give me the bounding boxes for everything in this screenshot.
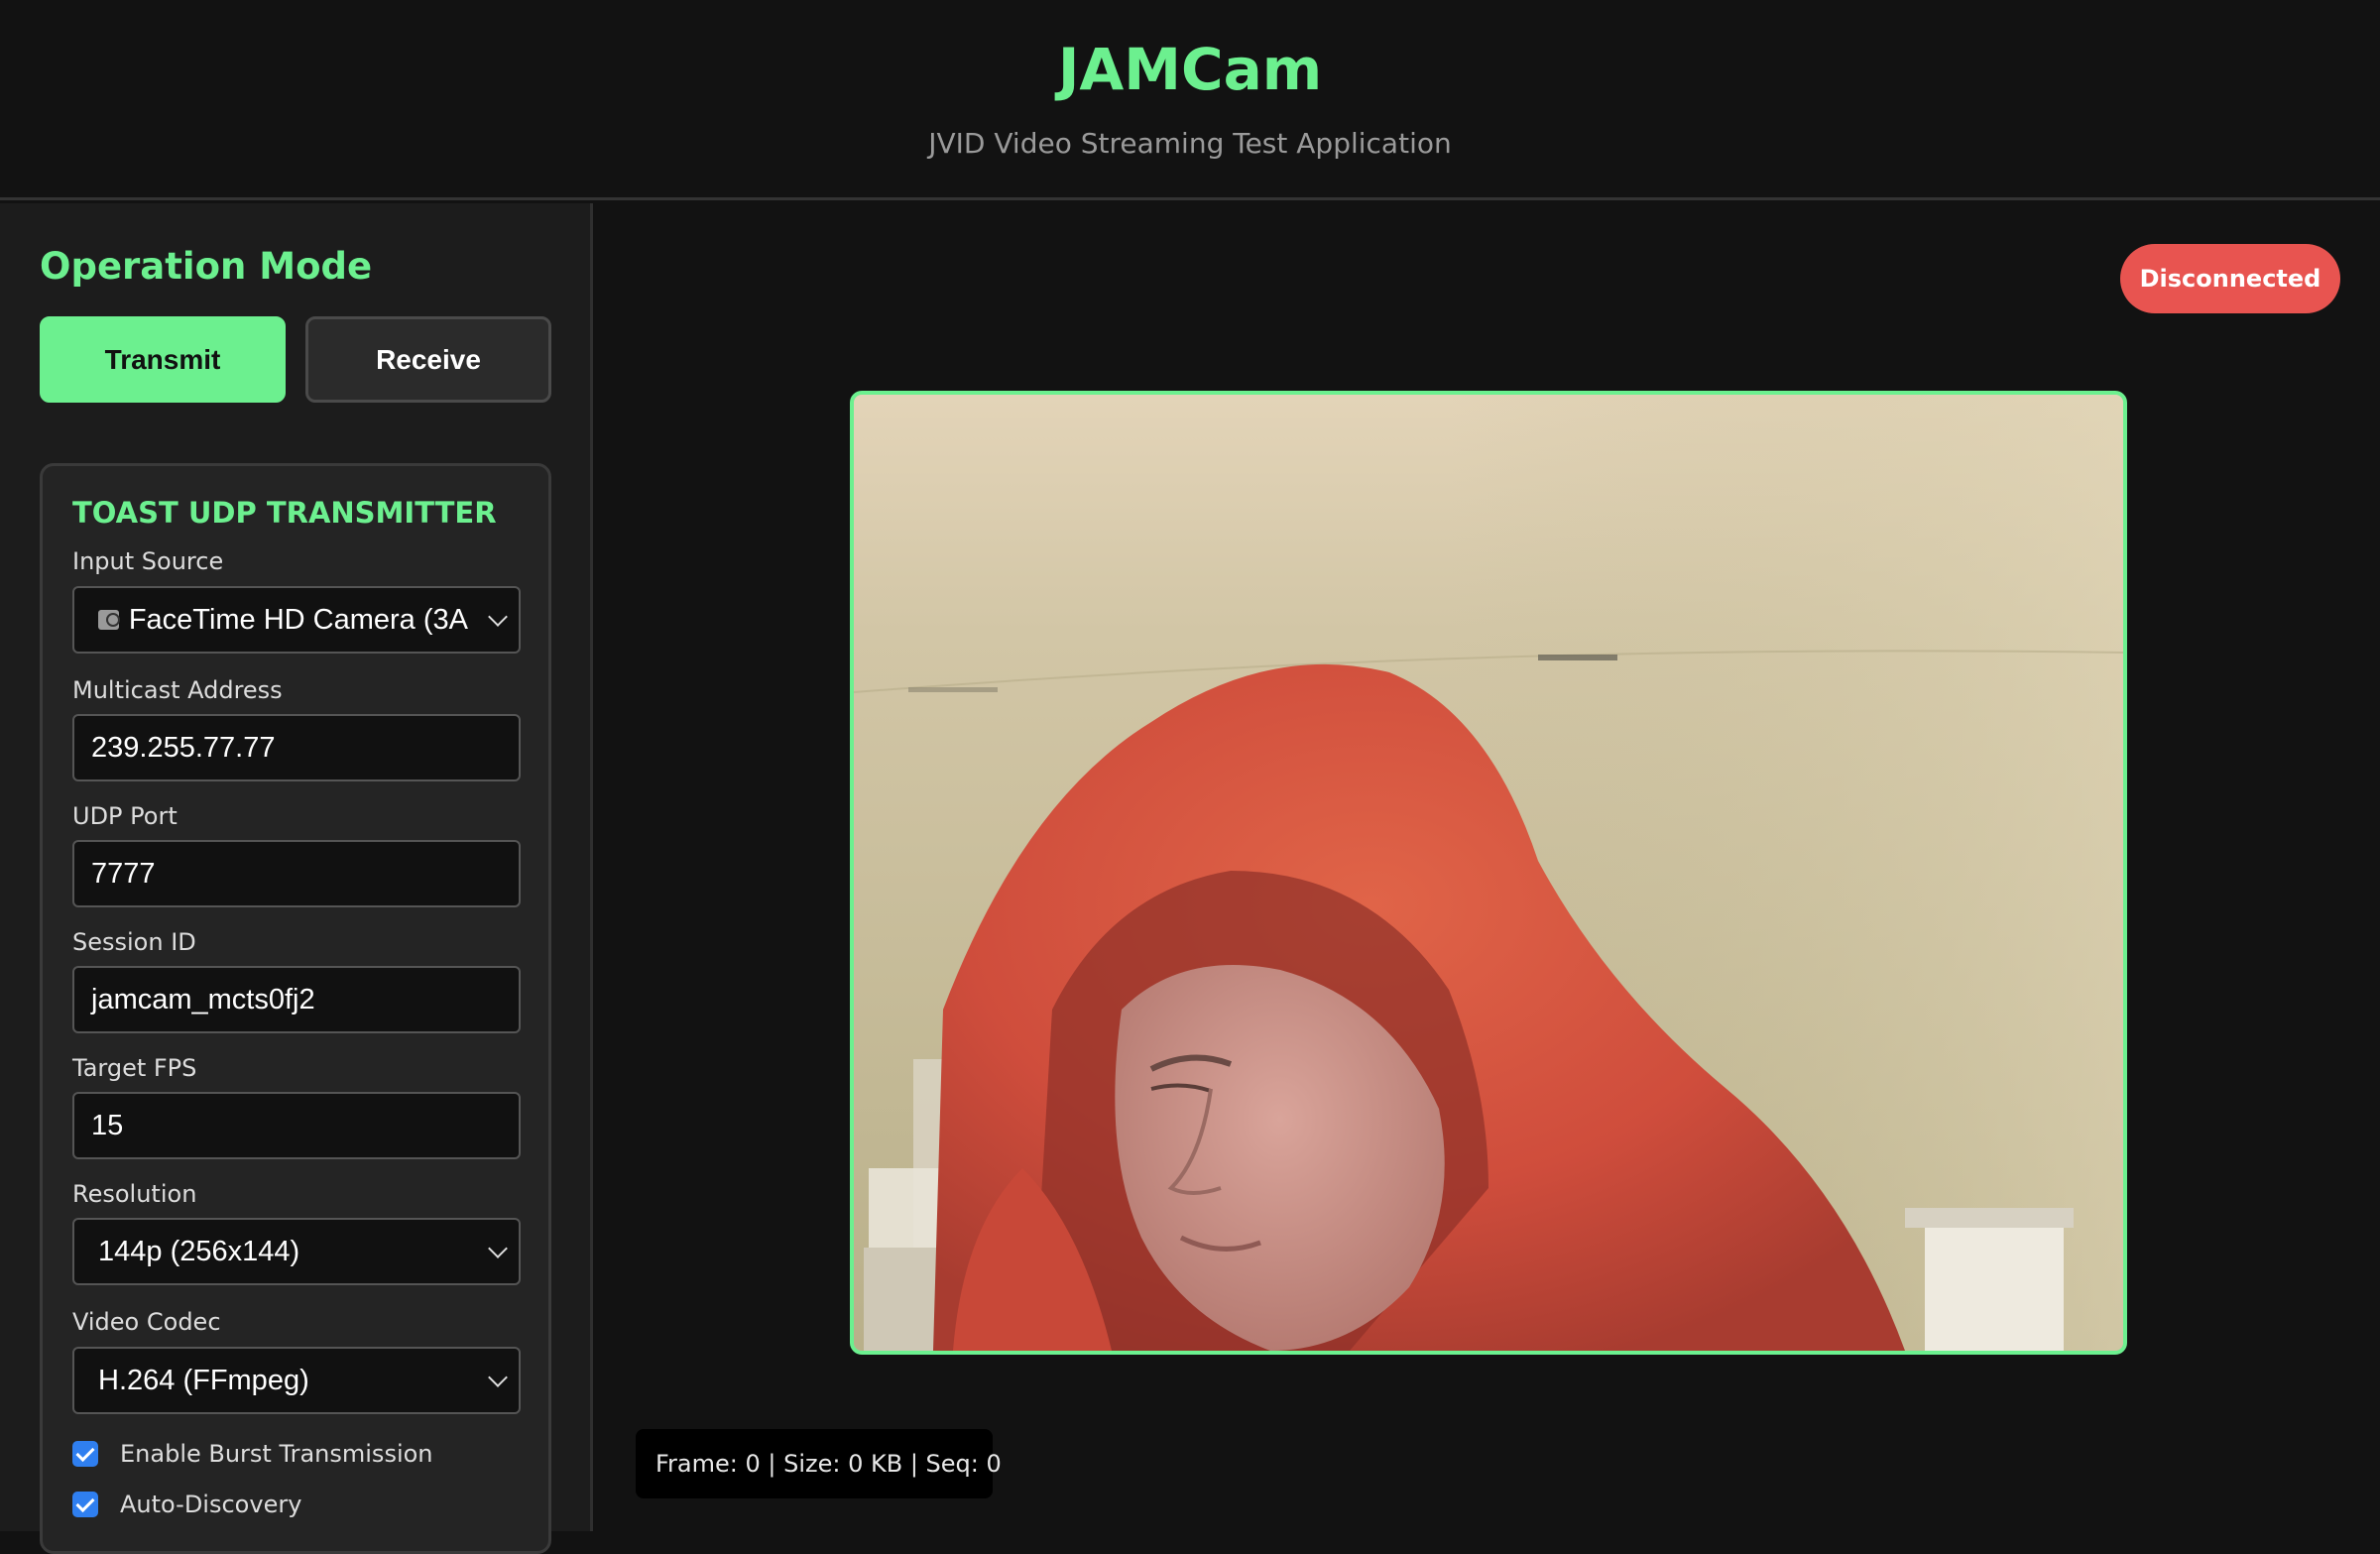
video-codec-value: H.264 (FFmpeg) [98,1364,309,1396]
video-codec-select[interactable]: H.264 (FFmpeg) [72,1347,521,1414]
resolution-label: Resolution [72,1180,197,1208]
burst-transmission-label: Enable Burst Transmission [120,1440,433,1468]
session-id-label: Session ID [72,928,196,956]
multicast-address-label: Multicast Address [72,676,283,704]
session-id-input[interactable]: jamcam_mcts0fj2 [72,966,521,1033]
multicast-address-input[interactable]: 239.255.77.77 [72,714,521,781]
target-fps-label: Target FPS [72,1054,197,1082]
stream-stats: Frame: 0 | Size: 0 KB | Seq: 0 [636,1429,1002,1498]
transmit-button[interactable]: Transmit [40,316,286,403]
auto-discovery-checkbox-row[interactable]: Auto-Discovery [72,1491,301,1518]
burst-transmission-checkbox-row[interactable]: Enable Burst Transmission [72,1440,433,1468]
resolution-value: 144p (256x144) [98,1235,300,1267]
app-subtitle: JVID Video Streaming Test Application [928,127,1452,160]
input-source-select[interactable]: FaceTime HD Camera (3A71:F4B5) [72,586,521,654]
multicast-address-value: 239.255.77.77 [91,731,276,764]
input-source-label: Input Source [72,547,224,575]
burst-transmission-checkbox[interactable] [72,1441,98,1467]
udp-port-value: 7777 [91,857,156,890]
main-area: Disconnected Frame: 0 | Size: 0 KB | Seq… [596,203,2380,1531]
target-fps-value: 15 [91,1109,124,1141]
sidebar: Operation Mode Transmit Receive TOAST UD… [0,203,593,1554]
video-codec-label: Video Codec [72,1308,221,1336]
operation-mode-title: Operation Mode [40,245,373,288]
receive-button[interactable]: Receive [305,316,551,403]
session-id-value: jamcam_mcts0fj2 [91,983,315,1016]
app-header: JAMCam JVID Video Streaming Test Applica… [0,0,2380,200]
auto-discovery-checkbox[interactable] [72,1492,98,1517]
udp-port-input[interactable]: 7777 [72,840,521,907]
camera-icon [98,610,120,630]
video-preview [850,391,2127,1355]
chevron-down-icon [488,1368,508,1387]
transmitter-panel: TOAST UDP TRANSMITTER Input Source FaceT… [40,463,551,1554]
chevron-down-icon [488,607,508,627]
resolution-select[interactable]: 144p (256x144) [72,1218,521,1285]
chevron-down-icon [488,1239,508,1258]
input-source-value: FaceTime HD Camera (3A71:F4B5) [128,603,469,636]
udp-port-label: UDP Port [72,802,178,830]
connection-status-badge: Disconnected [2120,244,2340,313]
panel-title: TOAST UDP TRANSMITTER [72,496,497,530]
camera-feed-image [854,395,2123,1351]
target-fps-input[interactable]: 15 [72,1092,521,1159]
auto-discovery-label: Auto-Discovery [120,1491,302,1518]
app-title: JAMCam [1057,36,1323,103]
